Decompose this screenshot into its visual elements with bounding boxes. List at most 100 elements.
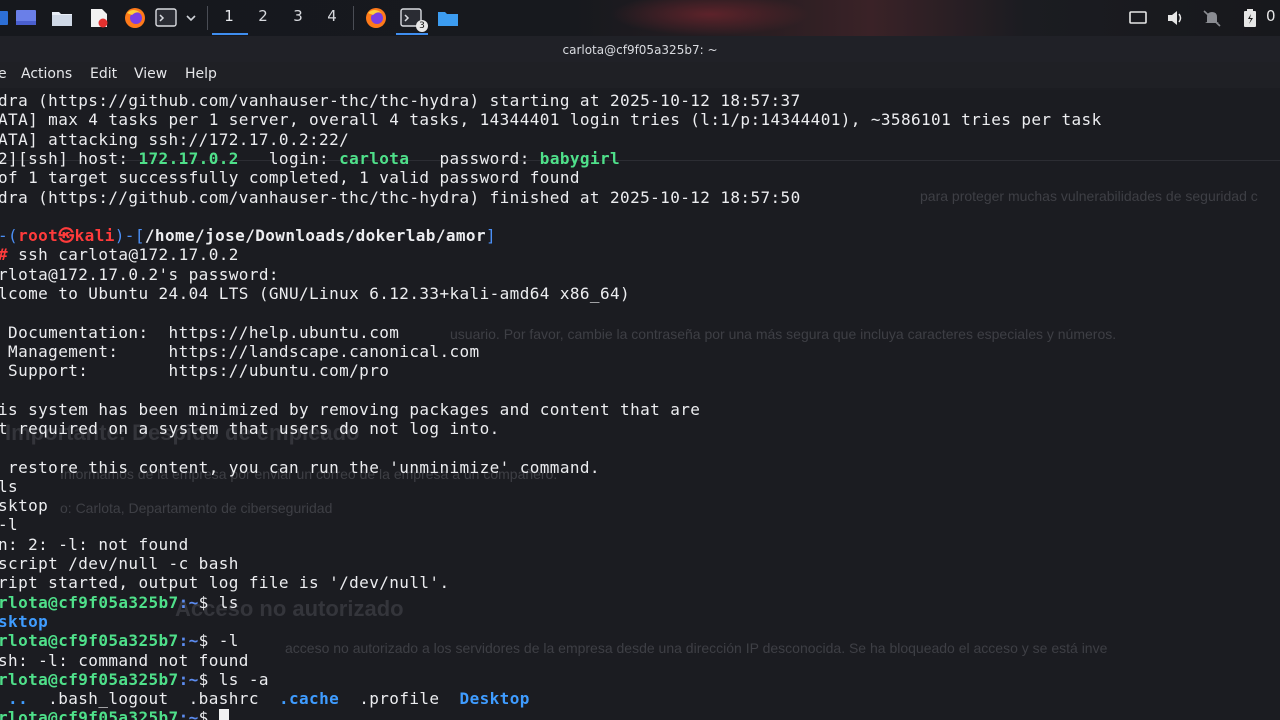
prompt-user-host: rlota@cf9f05a325b7 <box>0 708 179 720</box>
notifications-muted-icon[interactable] <box>1202 8 1222 28</box>
top-panel: 1 2 3 4 3 0 <box>0 0 1280 36</box>
prompt-at-symbol: ㉿ <box>58 226 75 245</box>
terminal-line: Management: https://landscape.canonical.… <box>0 342 480 361</box>
prompt-path: :~ <box>178 670 199 689</box>
prompt-user-host: rlota@cf9f05a325b7 <box>0 670 179 689</box>
ghost-text: acceso no autorizado a los servidores de… <box>285 640 1108 656</box>
terminal-line: of 1 target successfully completed, 1 va… <box>0 168 580 187</box>
active-workspace-indicator <box>212 33 248 35</box>
directory-entry: sktop <box>0 612 49 631</box>
terminal-line: lcome to Ubuntu 24.04 LTS (GNU/Linux 6.1… <box>0 284 631 303</box>
terminal-line: 2][ssh] host: 172.17.0.2 login: carlota … <box>0 149 620 168</box>
workspace-1[interactable]: 1 <box>218 7 240 25</box>
user-prompt-line: rlota@cf9f05a325b7:~$ <box>0 708 229 720</box>
workspace-4[interactable]: 4 <box>321 7 343 25</box>
terminal-line: is system has been minimized by removing… <box>0 400 701 419</box>
prompt-user: root <box>18 226 59 245</box>
menu-file-partial[interactable]: e <box>0 66 7 82</box>
menu-edit[interactable]: Edit <box>90 66 117 82</box>
command-text: ls <box>218 593 239 612</box>
terminal-line: dra (https://github.com/vanhauser-thc/th… <box>0 91 801 110</box>
directory-entry: Desktop <box>459 689 530 708</box>
prompt-path: :~ <box>178 631 199 650</box>
menu-actions[interactable]: Actions <box>21 66 72 82</box>
workspace-2[interactable]: 2 <box>252 7 274 25</box>
menu-help[interactable]: Help <box>185 66 217 82</box>
found-password: babygirl <box>539 149 621 168</box>
terminal-window: carlota@cf9f05a325b7: ~ e Actions Edit V… <box>0 36 1280 720</box>
terminal-line: ls <box>0 477 19 496</box>
prompt-user-host: rlota@cf9f05a325b7 <box>0 593 179 612</box>
user-prompt-line: rlota@cf9f05a325b7:~$ ls -a <box>0 670 269 689</box>
prompt-decoration: )-[ <box>114 226 145 245</box>
terminal-line: script /dev/null -c bash <box>0 554 239 573</box>
terminal-text: login: <box>238 149 340 168</box>
terminal-line: .. .bash_logout .bashrc .cache .profile … <box>0 689 530 708</box>
terminal-line: Support: https://ubuntu.com/pro <box>0 361 390 380</box>
ghost-text: o: Carlota, Departamento de cibersegurid… <box>60 500 333 516</box>
terminal-launcher-icon[interactable] <box>155 7 177 29</box>
file-manager-icon[interactable] <box>51 7 73 29</box>
prompt-user-host: rlota@cf9f05a325b7 <box>0 631 179 650</box>
folder-task-icon[interactable] <box>437 7 459 29</box>
active-task-indicator <box>396 33 428 35</box>
ghost-text: para proteger muchas vulnerabilidades de… <box>920 188 1258 204</box>
root-prompt-line: -(root㉿kali)-[/home/jose/Downloads/doker… <box>0 226 496 245</box>
directory-entry: .. <box>0 689 29 708</box>
prompt-dollar: $ <box>198 631 219 650</box>
prompt-path: :~ <box>178 708 199 720</box>
prompt-hash: # <box>0 245 8 264</box>
terminal-line: -l <box>0 515 19 534</box>
terminal-line: sktop <box>0 612 48 631</box>
found-login: carlota <box>339 149 410 168</box>
window-title: carlota@cf9f05a325b7: ~ <box>0 36 1280 62</box>
ghost-text: usuario. Por favor, cambie la contraseña… <box>450 326 1117 342</box>
command-text: -l <box>218 631 239 650</box>
prompt-decoration: ] <box>486 226 497 245</box>
user-prompt-line: rlota@cf9f05a325b7:~$ -l <box>0 631 239 650</box>
display-icon[interactable] <box>1128 8 1148 28</box>
volume-icon[interactable] <box>1165 8 1185 28</box>
command-text: ls -a <box>218 670 269 689</box>
workspace-3[interactable]: 3 <box>287 7 309 25</box>
user-prompt-line: rlota@cf9f05a325b7:~$ ls <box>0 593 239 612</box>
text-cursor <box>218 709 229 720</box>
terminal-text: password: <box>409 149 540 168</box>
text-editor-icon[interactable] <box>88 7 110 29</box>
prompt-dollar: $ <box>198 670 219 689</box>
show-desktop-icon[interactable] <box>14 7 36 29</box>
directory-entry: .cache <box>278 689 340 708</box>
terminal-line: Documentation: https://help.ubuntu.com <box>0 323 400 342</box>
firefox-task-icon[interactable] <box>365 7 387 29</box>
prompt-path: :~ <box>178 593 199 612</box>
prompt-decoration: -( <box>0 226 19 245</box>
chevron-down-icon[interactable] <box>182 7 200 29</box>
battery-icon[interactable] <box>1240 8 1260 28</box>
clock[interactable]: 0 <box>1266 7 1276 25</box>
terminal-line: sh: -l: command not found <box>0 651 249 670</box>
terminal-screen[interactable]: para proteger muchas vulnerabilidades de… <box>0 90 1280 720</box>
menu-view[interactable]: View <box>134 66 167 82</box>
terminal-line: ript started, output log file is '/dev/n… <box>0 573 450 592</box>
command-text: ssh carlota@172.17.0.2 <box>8 245 239 264</box>
terminal-line: rlota@172.17.0.2's password: <box>0 265 279 284</box>
panel-separator <box>353 6 354 30</box>
terminal-count-badge: 3 <box>416 20 428 32</box>
terminal-text: 2][ssh] host: <box>0 149 139 168</box>
terminal-line: ATA] max 4 tasks per 1 server, overall 4… <box>0 110 1102 129</box>
terminal-line: n: 2: -l: not found <box>0 535 189 554</box>
terminal-line: ATA] attacking ssh://172.17.0.2:22/ <box>0 130 350 149</box>
prompt-dollar: $ <box>198 593 219 612</box>
file-entry: .bash_logout .bashrc <box>28 689 279 708</box>
terminal-line: t required on a system that users do not… <box>0 419 500 438</box>
found-host: 172.17.0.2 <box>138 149 239 168</box>
terminal-line: # ssh carlota@172.17.0.2 <box>0 245 239 264</box>
prompt-path: /home/jose/Downloads/dokerlab/amor <box>144 226 486 245</box>
panel-separator <box>207 6 208 30</box>
terminal-line: restore this content, you can run the 'u… <box>0 458 600 477</box>
wallpaper-fragment <box>610 0 810 36</box>
firefox-icon[interactable] <box>124 7 146 29</box>
terminal-line: dra (https://github.com/vanhauser-thc/th… <box>0 188 801 207</box>
prompt-host: kali <box>74 226 115 245</box>
file-entry: .profile <box>339 689 460 708</box>
